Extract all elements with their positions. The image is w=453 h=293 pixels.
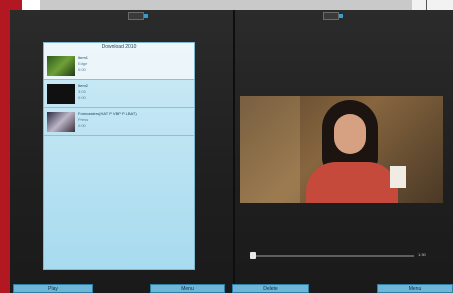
time-readout: 1:30	[418, 252, 426, 257]
playlist-item[interactable]: Item2 3:03 0:00	[44, 80, 194, 108]
video-frame-object	[390, 166, 406, 188]
menu-button-right[interactable]: Menu	[377, 284, 453, 293]
playlist-panel: Download 2010 Item1 Edge 0:00 Item2 3:03…	[43, 42, 195, 270]
brand-logo-icon	[128, 12, 148, 20]
seek-bar[interactable]	[252, 255, 414, 257]
video-thumbnail	[47, 112, 75, 132]
pane-divider	[233, 10, 235, 293]
video-frame-face	[334, 114, 366, 154]
video-frame-shirt	[306, 162, 398, 203]
brand-logo-icon	[323, 12, 343, 20]
playlist-item-text: Forecasters(HAT P VBP P LBAT) Press 0:00	[78, 111, 192, 129]
playlist-item[interactable]: Forecasters(HAT P VBP P LBAT) Press 0:00	[44, 108, 194, 136]
play-button[interactable]: Play	[13, 284, 93, 293]
item-duration: 0:00	[78, 123, 86, 128]
video-player[interactable]	[240, 96, 443, 203]
playlist-item-text: Item1 Edge 0:00	[78, 55, 192, 73]
item-duration: 0:00	[78, 95, 86, 100]
playlist-item[interactable]: Item1 Edge 0:00	[44, 52, 194, 80]
playlist-item-text: Item2 3:03 0:00	[78, 83, 192, 101]
video-thumbnail	[47, 84, 75, 104]
item-duration: 0:00	[78, 67, 86, 72]
playlist-title: Download 2010	[44, 43, 194, 52]
seek-handle[interactable]	[250, 252, 256, 259]
video-frame-background	[240, 96, 300, 203]
video-thumbnail	[47, 56, 75, 76]
menu-button[interactable]: Menu	[150, 284, 225, 293]
delete-button[interactable]: Delete	[232, 284, 309, 293]
